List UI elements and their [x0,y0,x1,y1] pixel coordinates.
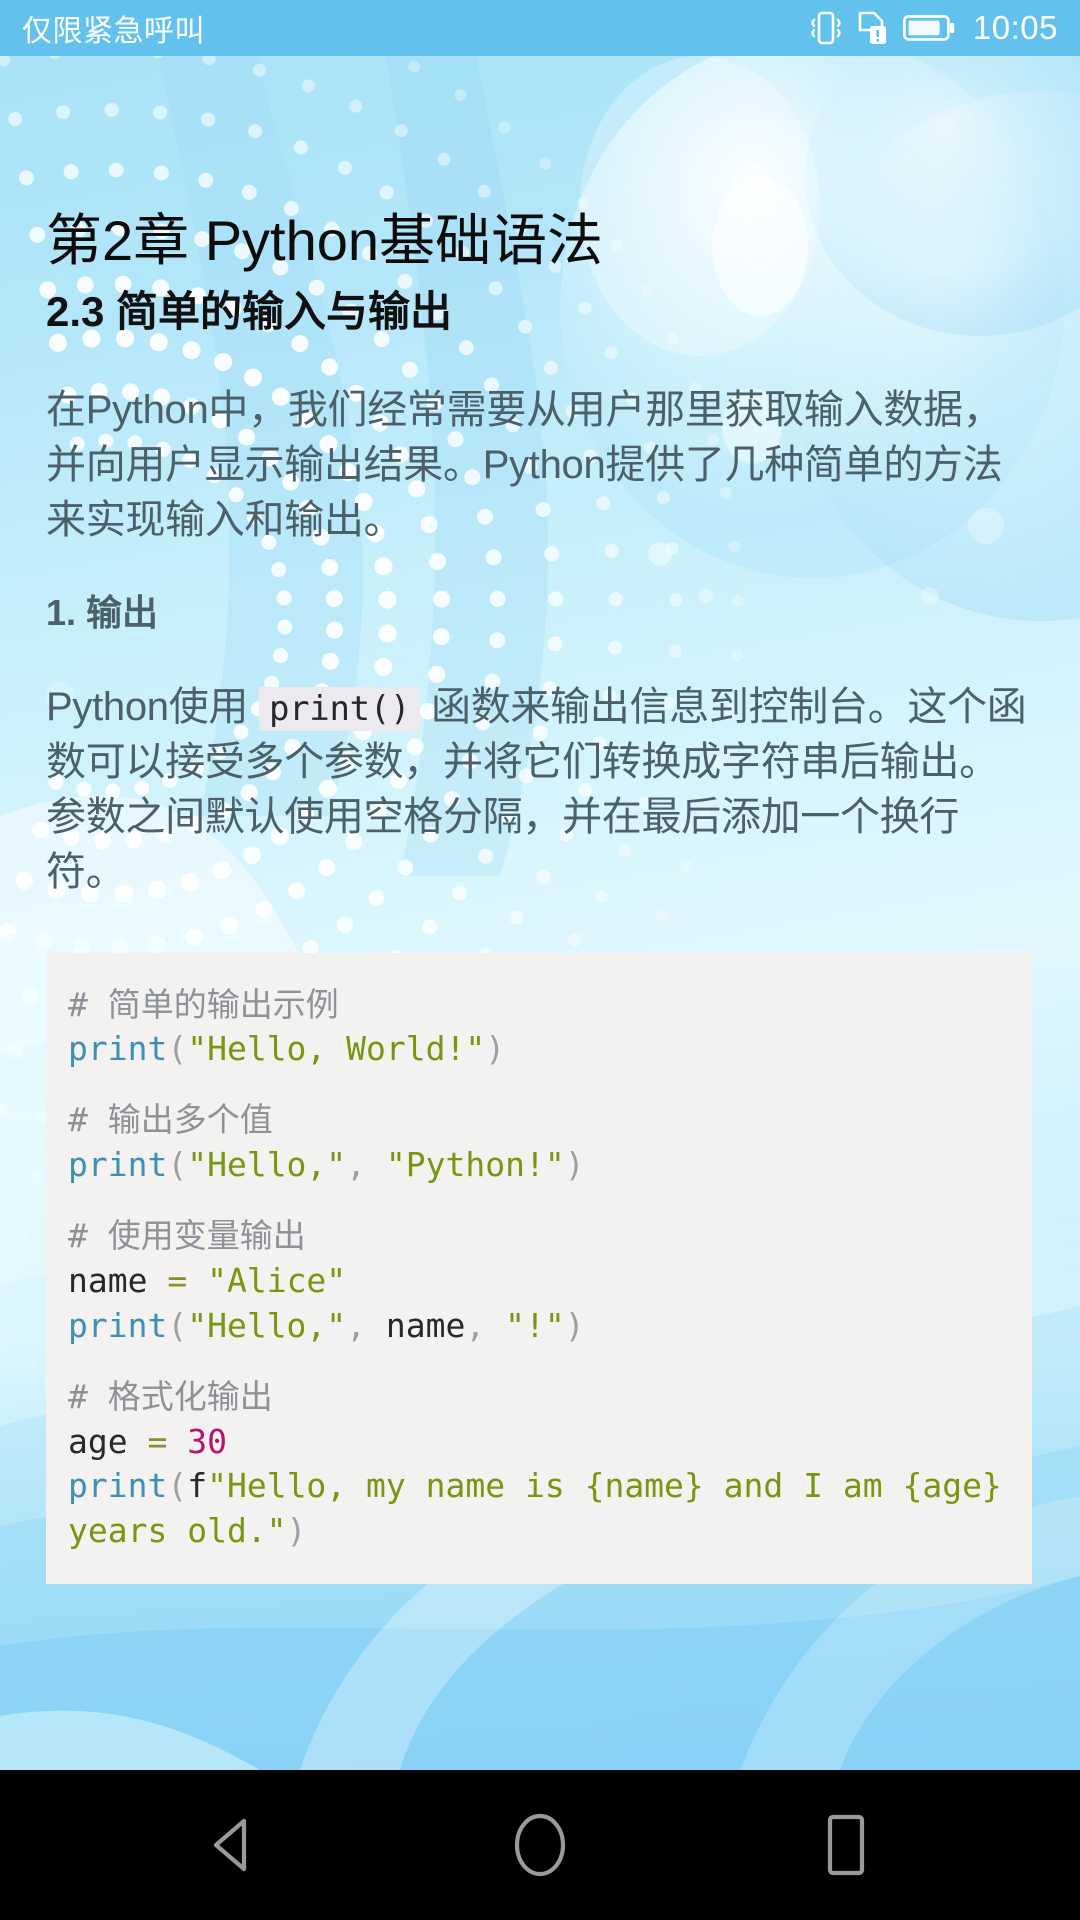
code-token-op: = [147,1260,208,1300]
code-token-string: "Hello," [187,1145,347,1185]
code-token-func: print [68,1145,168,1185]
intro-paragraph: 在Python中，我们经常需要从用户那里获取输入数据，并向用户显示输出结果。Py… [46,388,1003,543]
phone-screen: 仅限紧急呼叫 10:05 第2章 Python基础语法 2.3 简单的输入与输出… [0,0,1080,1920]
code-token-string: "Python!" [385,1145,565,1185]
clock-label: 10:05 [972,9,1058,46]
code-token-string: "Alice" [207,1260,347,1300]
subheading-output: 1. 输出 [46,591,159,633]
section-title: 2.3 简单的输入与输出 [46,287,453,335]
code-token-string: "Hello, World!" [187,1029,486,1069]
code-token-comment: # 使用变量输出 [68,1216,306,1256]
code-token-prefix: f [187,1466,208,1506]
code-line: print("Hello,", name, "!") [68,1304,1032,1349]
code-token-punct: ) [564,1145,585,1185]
home-button[interactable] [492,1797,588,1893]
output-paragraph: Python使用 print() 函数来输出信息到控制台。这个函数可以接受多个参… [46,634,1034,901]
code-token-punct: , [346,1145,386,1185]
battery-icon [903,15,955,41]
recents-square-icon [827,1814,865,1876]
code-token-punct: ) [564,1305,585,1345]
code-token-name: name [385,1305,466,1345]
code-token-number: 30 [187,1421,227,1461]
code-token-string: "!" [505,1305,565,1345]
sim-alert-icon [858,11,886,44]
code-token-name: name [68,1260,148,1300]
document-content: 第2章 Python基础语法 2.3 简单的输入与输出 在Python中，我们经… [0,56,1080,1770]
chapter-title: 第2章 Python基础语法 [46,209,604,272]
code-token-comment: # 简单的输出示例 [68,984,339,1024]
carrier-label: 仅限紧急呼叫 [22,14,205,49]
home-circle-icon [514,1813,566,1877]
code-token-func: print [68,1029,168,1069]
code-token-comment: # 输出多个值 [68,1100,273,1140]
code-line: # 格式化输出 [68,1375,1032,1420]
back-button[interactable] [186,1797,282,1893]
code-token-punct: ( [167,1145,188,1185]
code-token-string: "Hello, my name is {name} and I am {age}… [68,1466,1022,1551]
code-token-punct: , [465,1305,506,1345]
status-bar: 仅限紧急呼叫 10:05 [0,0,1080,56]
code-line: # 简单的输出示例 [68,983,1032,1028]
code-line: age = 30 [68,1420,1032,1465]
status-icons-group: 10:05 [809,9,1058,47]
code-line: # 使用变量输出 [68,1214,1032,1259]
code-token-func: print [68,1305,168,1345]
code-line: name = "Alice" [68,1259,1032,1304]
recents-button[interactable] [798,1797,894,1893]
code-line: print("Hello, World!") [68,1027,1032,1072]
code-token-string: "Hello," [187,1305,347,1345]
code-token-punct: ) [485,1029,506,1069]
code-token-comment: # 格式化输出 [68,1376,273,1416]
code-token-punct: , [346,1305,386,1345]
code-token-punct: ) [286,1511,307,1551]
output-paragraph-before: Python使用 [46,684,249,729]
android-navigation-bar [0,1770,1080,1920]
code-token-name: age [68,1421,128,1461]
code-token-punct: ( [167,1029,188,1069]
code-token-punct: ( [167,1305,188,1345]
code-line: # 输出多个值 [68,1098,1032,1143]
vibrate-icon [811,11,841,45]
back-triangle-icon [213,1818,247,1872]
code-line: print("Hello,", "Python!") [68,1143,1032,1188]
code-block: # 简单的输出示例 print("Hello, World!") # 输出多个值 pr… [46,952,1032,1585]
code-token-punct: ( [167,1466,188,1506]
code-token-op: = [127,1421,188,1461]
code-token-func: print [68,1466,168,1506]
code-line: print(f"Hello, my name is {name} and I a… [68,1464,1032,1554]
inline-code-print: print() [258,686,421,731]
